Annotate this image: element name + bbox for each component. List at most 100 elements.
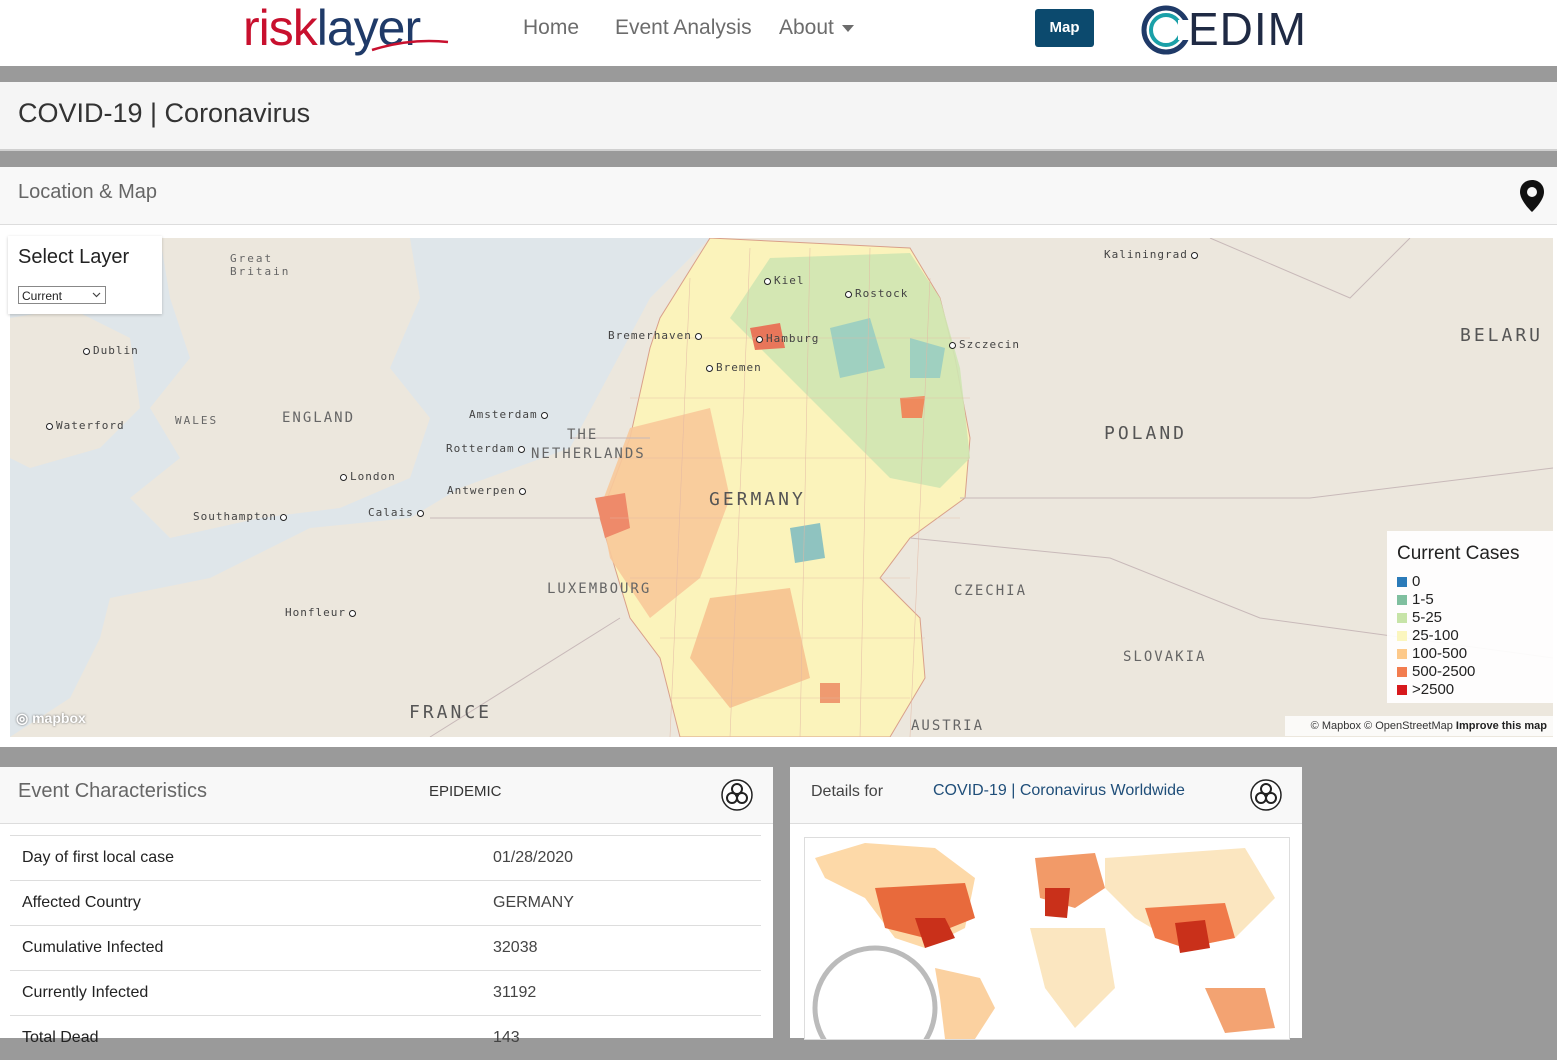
legend-item: 25-100 — [1397, 627, 1459, 644]
table-row: Currently Infected 31192 — [10, 970, 761, 1015]
logo-risk-text: risk — [243, 0, 318, 56]
map-city-szczecin: Szczecin — [949, 338, 1020, 351]
legend-label: 100-500 — [1412, 645, 1468, 662]
legend-item: 1-5 — [1397, 591, 1434, 608]
event-type-label: EPIDEMIC — [429, 783, 502, 800]
map-canvas — [10, 238, 1553, 737]
nav-home-link[interactable]: Home — [523, 16, 579, 40]
layer-select-dropdown[interactable]: Current — [18, 286, 106, 304]
map-city-rotterdam: Rotterdam — [446, 442, 525, 455]
map-city-bremerhaven: Bremerhaven — [608, 329, 702, 342]
map-country-austria: AUSTRIA — [911, 718, 985, 734]
map-country-slovakia: SLOVAKIA — [1123, 649, 1207, 665]
legend-swatch — [1397, 595, 1407, 606]
logo-swoosh-icon — [371, 39, 449, 52]
attribution-osm-link[interactable]: © OpenStreetMap — [1364, 720, 1453, 732]
map-legend: Current Cases 0 1-5 5-25 25-100 100-500 500-2… — [1387, 531, 1557, 703]
location-map-header: Location & Map — [0, 167, 1557, 225]
map-country-czechia: CZECHIA — [954, 583, 1028, 599]
world-map-image — [805, 838, 1289, 1039]
select-layer-control: Select Layer Current — [8, 236, 162, 314]
details-panel: Details for COVID-19 | Coronavirus World… — [790, 767, 1302, 1040]
location-map-title: Location & Map — [18, 181, 157, 203]
map-city-calais: Calais — [368, 506, 424, 519]
nav-about-label: About — [779, 16, 834, 39]
map-country-poland: POLAND — [1104, 423, 1188, 444]
legend-label: 5-25 — [1412, 609, 1443, 626]
location-map-panel: Location & Map Great Britain Dublin Wate… — [0, 167, 1557, 747]
map-city-antwerpen: Antwerpen — [447, 484, 526, 497]
mapbox-logo[interactable]: ◎ mapbox — [16, 710, 86, 727]
map-country-netherlands: NETHERLANDS — [531, 446, 646, 462]
attribution-mapbox-link[interactable]: © Mapbox — [1311, 720, 1361, 732]
map-city-hamburg: Hamburg — [756, 332, 819, 345]
row-value: GERMANY — [493, 894, 574, 911]
event-characteristics-table: Day of first local case 01/28/2020 Affecte… — [10, 835, 761, 1060]
improve-map-link[interactable]: Improve this map — [1456, 720, 1547, 732]
row-key: Currently Infected — [22, 984, 149, 1001]
legend-item: 100-500 — [1397, 645, 1467, 662]
legend-item: 0 — [1397, 573, 1420, 590]
row-value: 32038 — [493, 939, 538, 956]
map-city-honfleur: Honfleur — [285, 606, 356, 619]
map-city-waterford: Waterford — [46, 419, 125, 432]
map-city-dublin: Dublin — [83, 344, 139, 357]
event-characteristics-header: Event Characteristics EPIDEMIC — [0, 767, 773, 824]
nav-event-analysis-link[interactable]: Event Analysis — [615, 16, 752, 40]
map-label-great-britain: Great Britain — [230, 252, 291, 278]
legend-swatch — [1397, 649, 1407, 660]
map-city-kaliningrad: Kaliningrad — [1104, 248, 1198, 261]
table-row: Affected Country GERMANY — [10, 880, 761, 925]
row-key: Cumulative Infected — [22, 939, 164, 956]
map-label-wales: WALES — [175, 414, 219, 427]
chevron-down-icon — [841, 24, 854, 32]
cedim-logo-ring-icon — [1141, 5, 1192, 55]
biohazard-icon — [1250, 779, 1282, 811]
details-worldwide-link[interactable]: COVID-19 | Coronavirus Worldwide — [933, 782, 1185, 800]
row-value: 143 — [493, 1029, 520, 1046]
legend-label: 0 — [1412, 573, 1421, 590]
layer-select-value: Current — [22, 289, 63, 303]
row-key: Affected Country — [22, 894, 141, 911]
legend-swatch — [1397, 685, 1407, 696]
row-key: Total Dead — [22, 1029, 99, 1046]
cedim-logo-text[interactable]: EDIM — [1188, 0, 1307, 58]
map-city-london: London — [340, 470, 396, 483]
legend-label: 500-2500 — [1412, 663, 1476, 680]
covid-map[interactable]: Great Britain Dublin Waterford WALES ENG… — [10, 238, 1553, 737]
legend-item: 5-25 — [1397, 609, 1442, 626]
map-button[interactable]: Map — [1035, 9, 1094, 47]
row-value: 31192 — [493, 984, 537, 1001]
legend-label: >2500 — [1412, 681, 1455, 698]
top-navbar: risklayer Home Event Analysis About Map … — [0, 0, 1557, 66]
legend-label: 1-5 — [1412, 591, 1434, 608]
map-country-belarus: BELARU — [1460, 325, 1544, 346]
map-attribution: © Mapbox © OpenStreetMap Improve this ma… — [1285, 716, 1553, 736]
worldwide-thumbnail-map[interactable] — [804, 837, 1290, 1040]
map-city-rostock: Rostock — [845, 287, 908, 300]
legend-label: 25-100 — [1412, 627, 1459, 644]
map-label-the: THE — [567, 427, 599, 443]
details-for-label: Details for — [811, 783, 884, 800]
map-city-kiel: Kiel — [764, 274, 805, 287]
details-header: Details for COVID-19 | Coronavirus World… — [790, 767, 1302, 824]
legend-item: 500-2500 — [1397, 663, 1475, 680]
map-city-bremen: Bremen — [706, 361, 762, 374]
map-city-southampton: Southampton — [193, 510, 287, 523]
legend-swatch — [1397, 577, 1407, 588]
map-city-amsterdam: Amsterdam — [469, 408, 548, 421]
map-label-england: ENGLAND — [282, 410, 356, 426]
event-characteristics-panel: Event Characteristics EPIDEMIC Day of fi… — [0, 767, 773, 1046]
event-characteristics-title: Event Characteristics — [18, 780, 207, 802]
map-country-luxembourg: LUXEMBOURG — [547, 581, 652, 597]
chevron-down-icon — [92, 292, 101, 298]
biohazard-icon — [721, 779, 753, 811]
nav-about-dropdown[interactable]: About — [779, 16, 854, 40]
map-country-france: FRANCE — [409, 702, 493, 723]
table-row: Day of first local case 01/28/2020 — [10, 835, 761, 880]
legend-swatch — [1397, 667, 1407, 678]
mapbox-logo-text: mapbox — [32, 710, 86, 726]
page-title: COVID-19 | Coronavirus — [18, 98, 311, 128]
legend-item: >2500 — [1397, 681, 1454, 698]
page-title-bar: COVID-19 | Coronavirus — [0, 82, 1557, 151]
